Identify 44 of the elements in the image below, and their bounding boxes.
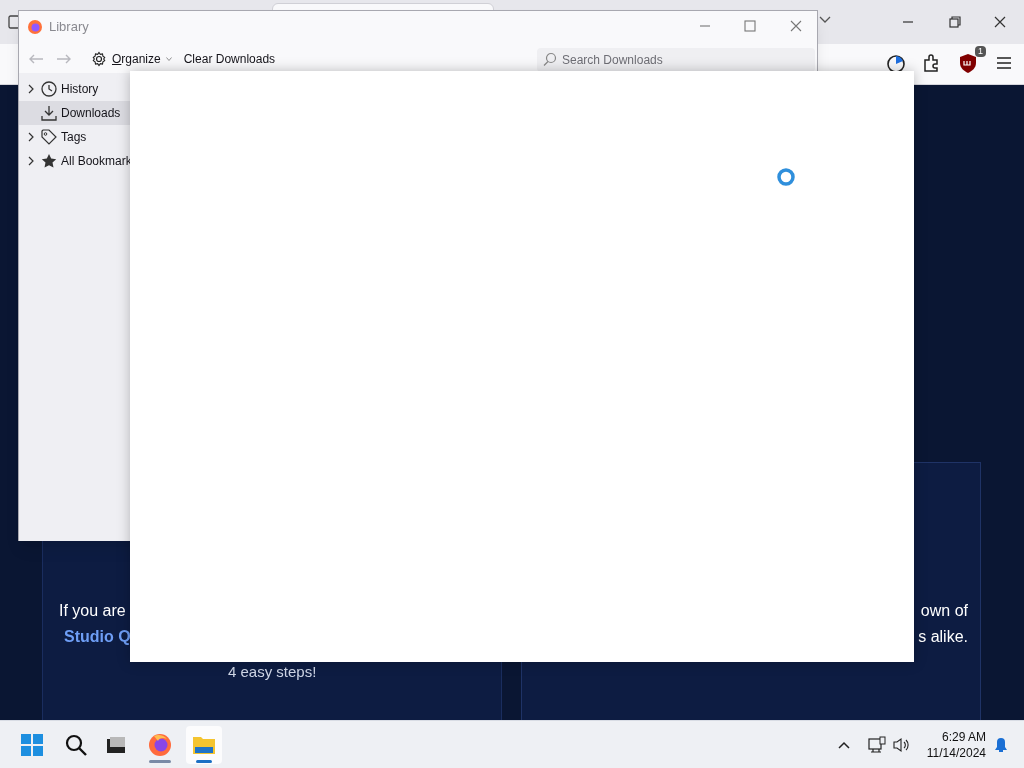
card-text: s alike. — [918, 627, 968, 647]
window-icon — [106, 735, 126, 754]
chevron-up-icon[interactable] — [837, 740, 850, 749]
download-icon — [41, 105, 57, 121]
clear-downloads-button[interactable]: Clear Downloads — [183, 50, 276, 68]
running-indicator — [149, 759, 171, 763]
back-arrow-icon — [28, 53, 44, 65]
network-icon[interactable] — [867, 735, 886, 754]
volume-icon[interactable] — [892, 736, 911, 753]
menu-icon[interactable] — [996, 56, 1012, 70]
running-indicator — [196, 759, 212, 763]
loading-spinner-icon — [776, 167, 796, 187]
card-text: If you are — [59, 601, 126, 621]
chevron-right-icon[interactable] — [27, 132, 35, 142]
card-text: own of — [920, 601, 968, 621]
firefox-icon — [148, 732, 172, 757]
settings-icon — [91, 51, 107, 67]
forward-arrow-icon — [56, 53, 72, 65]
chevron-right-icon[interactable] — [27, 156, 35, 166]
close-icon[interactable] — [994, 16, 1006, 28]
caret-icon — [165, 57, 172, 61]
sidebar-item[interactable]: All Bookmark — [19, 149, 219, 173]
chevron-right-icon[interactable] — [27, 84, 35, 94]
shield-icon[interactable] — [958, 52, 978, 74]
maximize-icon[interactable] — [744, 20, 756, 32]
badge-count: 1 — [975, 46, 986, 57]
clock[interactable]: 6:29 AM 11/14/2024 — [926, 728, 986, 761]
firefox-icon — [27, 19, 43, 35]
clock-icon — [41, 81, 57, 97]
organize-menu[interactable]: Organize — [91, 50, 172, 68]
sidebar-item[interactable]: Tags — [19, 125, 219, 149]
studio-link[interactable]: Studio Q — [64, 627, 131, 647]
restore-icon[interactable] — [949, 16, 961, 28]
start-icon[interactable] — [20, 732, 44, 757]
tag-icon — [41, 129, 57, 145]
search-icon — [543, 52, 557, 66]
card-text: 4 easy steps! — [228, 663, 317, 681]
download-progress-icon[interactable] — [886, 53, 906, 73]
chevron-down-icon[interactable] — [818, 15, 832, 25]
window-title: Library — [49, 18, 89, 37]
star-icon — [41, 153, 57, 169]
notification-bell-icon[interactable] — [994, 736, 1008, 753]
search-field[interactable]: Search Downloads — [537, 48, 815, 72]
search-icon[interactable] — [65, 733, 87, 756]
